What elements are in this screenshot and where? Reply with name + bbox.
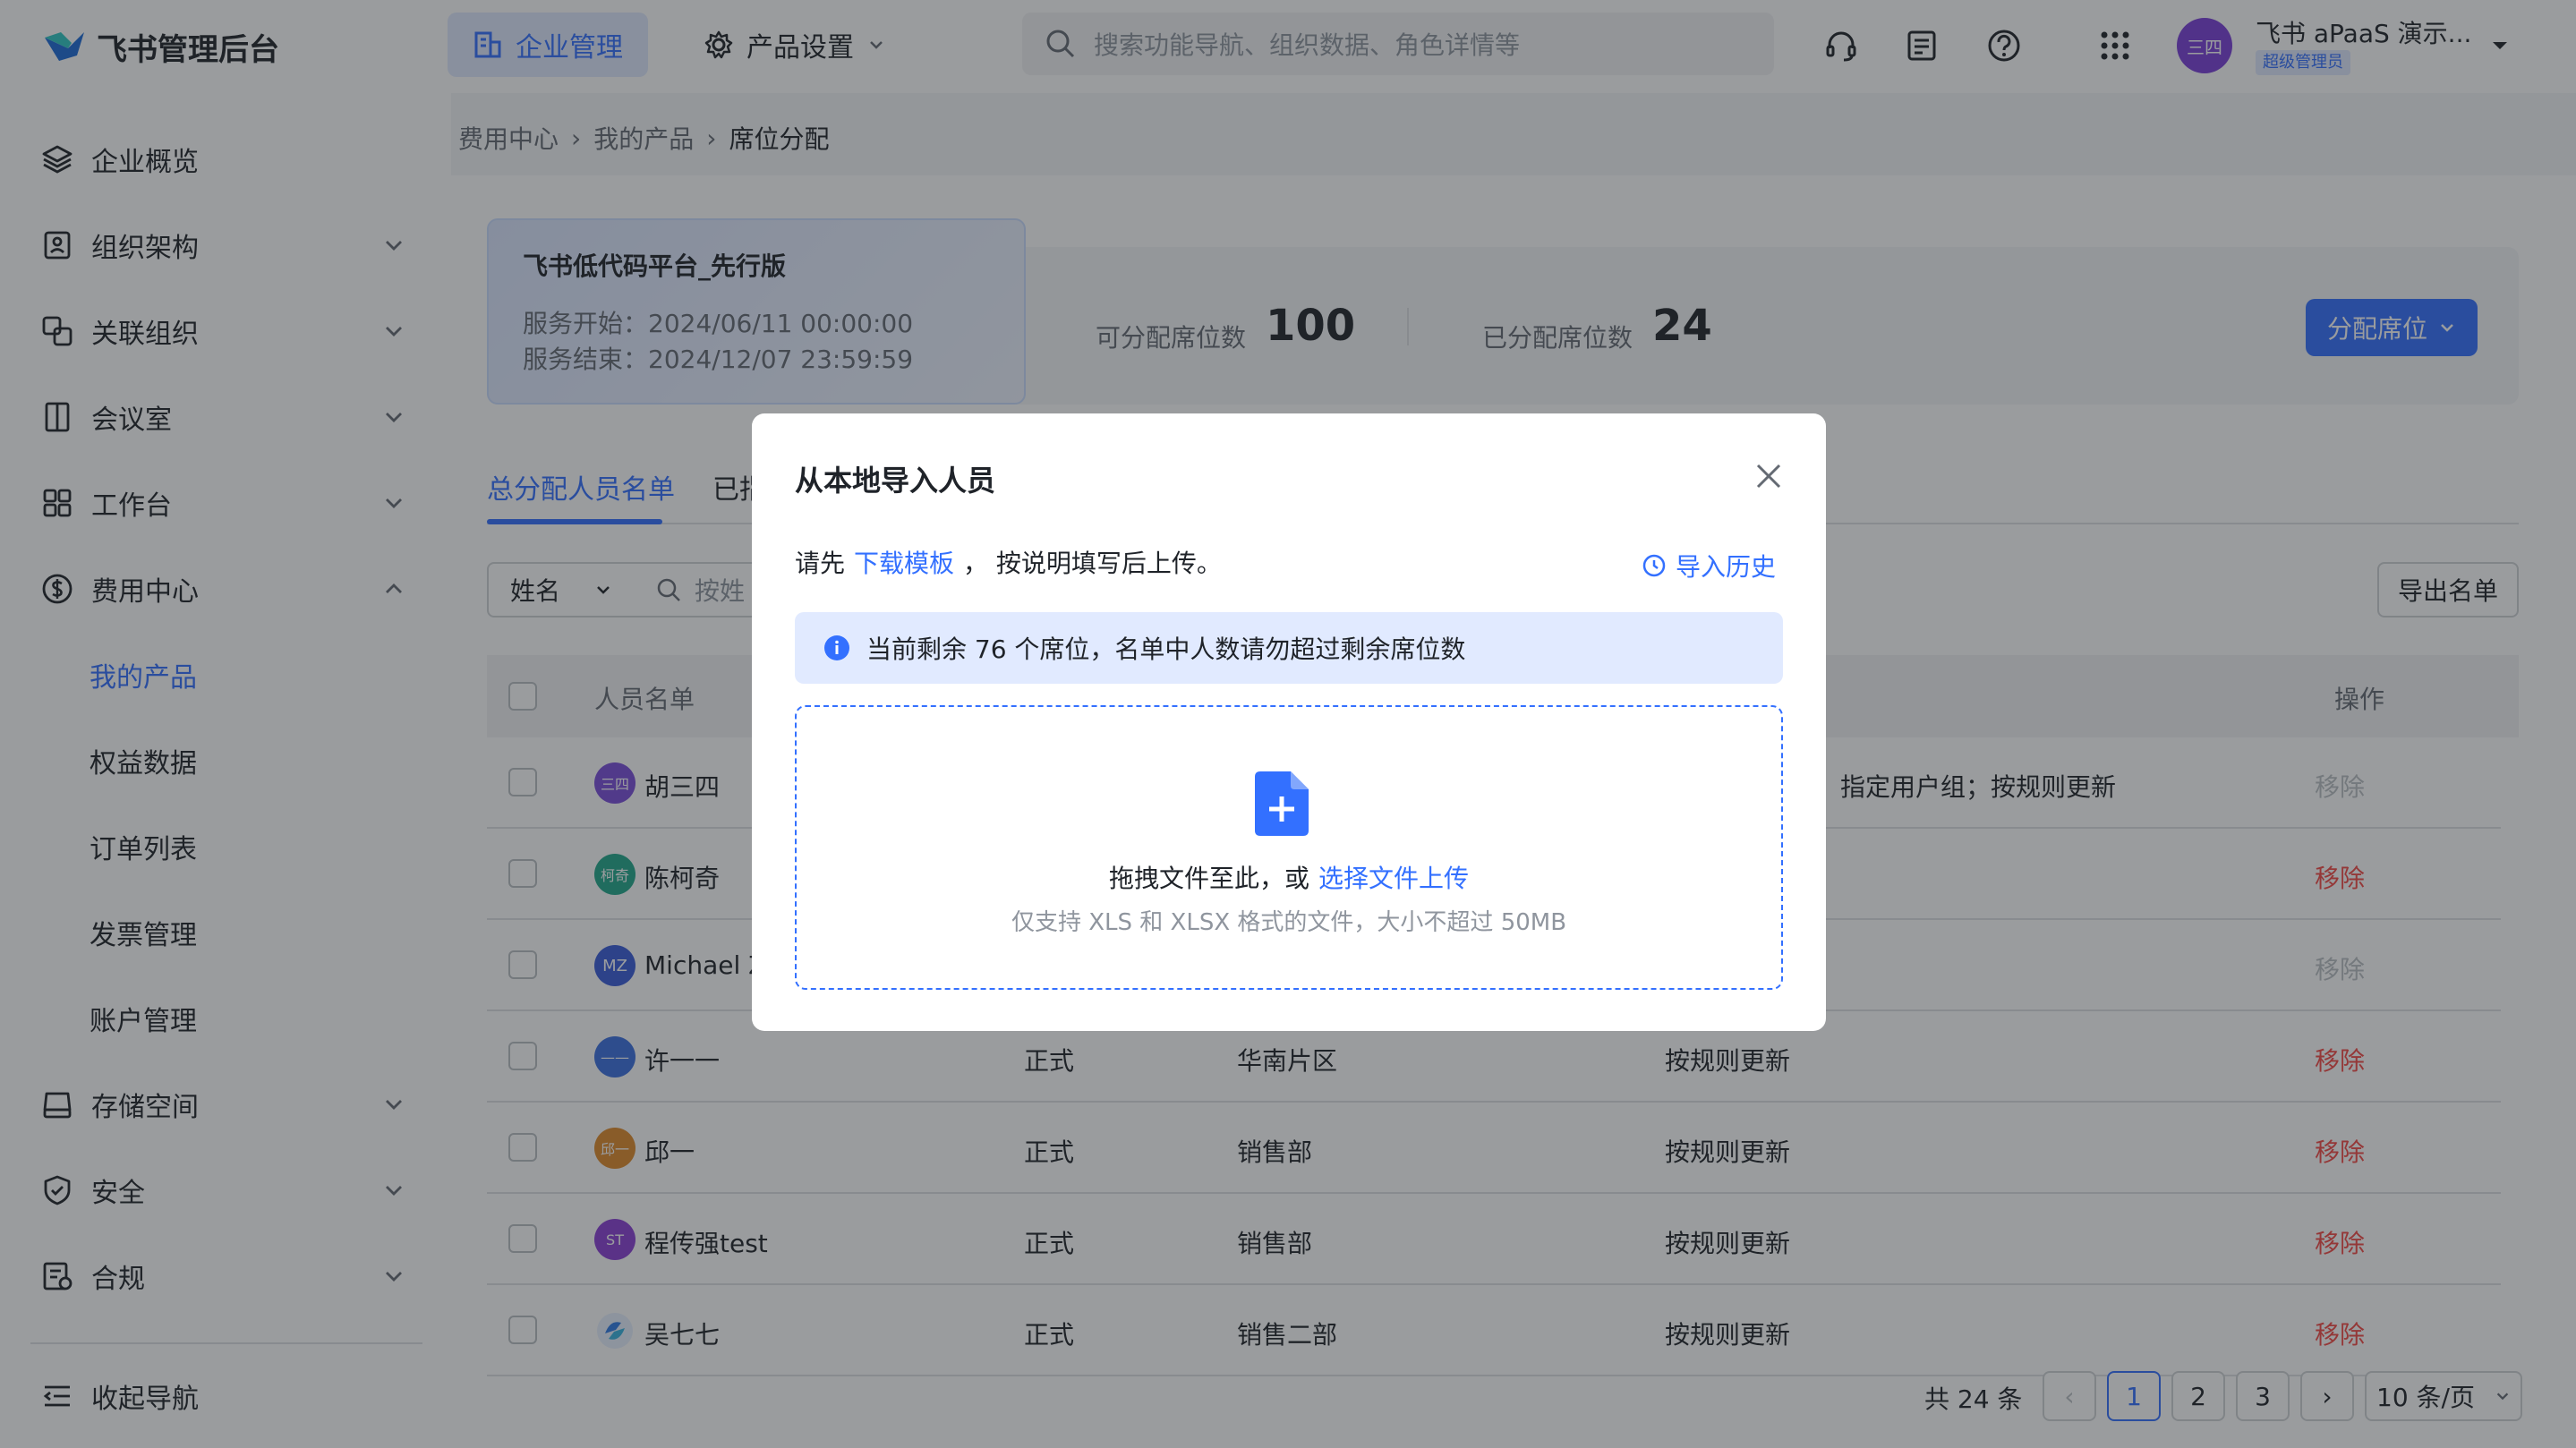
import-history-label: 导入历史	[1675, 552, 1776, 582]
instruction-prefix: 请先	[795, 549, 846, 578]
import-modal: 从本地导入人员 请先 下载模板 ， 按说明填写后上传。 导入历史 当前剩余 76…	[752, 413, 1826, 1031]
file-dropzone[interactable]: 拖拽文件至此，或 选择文件上传 仅支持 XLS 和 XLSX 格式的文件，大小不…	[795, 705, 1783, 990]
drop-text: 拖拽文件至此，或	[1108, 864, 1309, 893]
download-template-link[interactable]: 下载模板	[854, 544, 954, 580]
info-banner: 当前剩余 76 个席位，名单中人数请勿超过剩余席位数	[795, 612, 1783, 684]
select-file-link[interactable]: 选择文件上传	[1318, 859, 1469, 895]
info-icon	[824, 635, 849, 660]
modal-instruction: 请先 下载模板 ， 按说明填写后上传。	[795, 544, 1222, 580]
file-format-hint: 仅支持 XLS 和 XLSX 格式的文件，大小不超过 50MB	[1011, 909, 1567, 936]
import-history-link[interactable]: 导入历史	[1642, 548, 1776, 583]
drop-instruction: 拖拽文件至此，或 选择文件上传	[797, 859, 1781, 895]
instruction-suffix: ， 按说明填写后上传。	[963, 549, 1222, 578]
file-add-icon	[1255, 771, 1309, 836]
info-text: 当前剩余 76 个席位，名单中人数请勿超过剩余席位数	[866, 635, 1466, 664]
clock-icon	[1642, 554, 1666, 577]
close-icon[interactable]	[1751, 458, 1787, 494]
modal-title: 从本地导入人员	[795, 464, 996, 498]
